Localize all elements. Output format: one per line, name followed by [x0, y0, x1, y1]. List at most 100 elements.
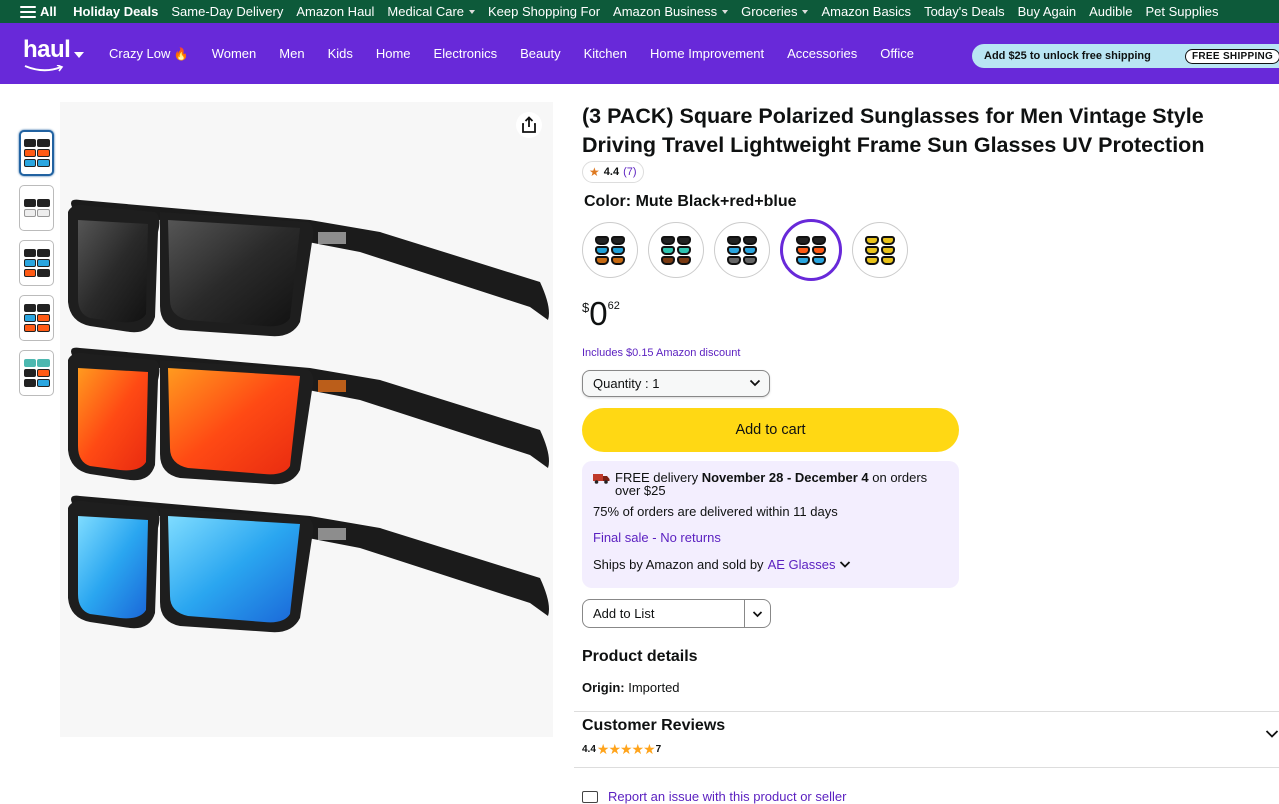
delivery-percentage: 75% of orders are delivered within 11 da…: [593, 504, 838, 519]
chevron-down-icon[interactable]: [1265, 729, 1279, 739]
origin-label: Origin:: [582, 680, 625, 695]
haul-category-label: Men: [279, 46, 305, 61]
share-icon[interactable]: [516, 112, 542, 138]
star-icon: ★: [589, 165, 600, 179]
thumbnail-1[interactable]: [19, 130, 54, 176]
caret-down-icon: [722, 9, 729, 14]
reviews-rating-value: 4.4: [582, 744, 596, 755]
report-icon: [582, 790, 598, 803]
fire-icon: 🔥: [170, 47, 189, 61]
sunglasses-swatch-icon: [661, 245, 691, 255]
add-to-list-dropdown[interactable]: [744, 600, 770, 627]
topnav-item-holiday-deals[interactable]: Holiday Deals: [67, 4, 165, 19]
haul-category-label: Kids: [327, 46, 353, 61]
topnav-item-groceries[interactable]: Groceries: [735, 4, 815, 19]
thumbnail-2[interactable]: [19, 185, 54, 231]
all-menu-button[interactable]: All: [0, 4, 67, 19]
haul-category-women[interactable]: Women: [200, 46, 268, 61]
haul-category-label: Accessories: [787, 46, 858, 61]
haul-category-accessories[interactable]: Accessories: [776, 46, 869, 61]
smile-arrow-icon: [24, 65, 64, 72]
topnav-item-label: Pet Supplies: [1145, 4, 1219, 19]
seller-link[interactable]: AE Glasses: [768, 557, 836, 572]
color-swatch-3[interactable]: [714, 222, 770, 278]
section-divider: [574, 711, 1279, 712]
haul-category-kids[interactable]: Kids: [316, 46, 364, 61]
quantity-label: Quantity :: [593, 376, 649, 391]
topnav-item-keep-shopping-for[interactable]: Keep Shopping For: [482, 4, 607, 19]
topnav-item-label: Amazon Basics: [821, 4, 912, 19]
color-swatch-5[interactable]: [852, 222, 908, 278]
chevron-down-icon: [749, 379, 761, 387]
product-title: (3 PACK) Square Polarized Sunglasses for…: [582, 104, 1205, 157]
topnav-item-pet-supplies[interactable]: Pet Supplies: [1139, 4, 1225, 19]
section-divider: [574, 767, 1279, 768]
hamburger-icon: [20, 5, 36, 18]
main-product-image[interactable]: [60, 102, 553, 737]
add-to-list-button[interactable]: Add to List: [583, 606, 744, 621]
shipping-banner-text: Add $25 to unlock free shipping: [984, 50, 1151, 62]
haul-logo[interactable]: haul: [0, 23, 90, 84]
topnav-item-audible[interactable]: Audible: [1083, 4, 1139, 19]
topnav-item-label: Keep Shopping For: [488, 4, 601, 19]
haul-category-home[interactable]: Home: [364, 46, 422, 61]
sunglasses-illustration: [68, 199, 549, 633]
haul-category-bar: haul Crazy Low 🔥 Women Men Kids Home Electron…: [0, 23, 1279, 84]
haul-category-men[interactable]: Men: [268, 46, 316, 61]
haul-category-label: Kitchen: [583, 46, 627, 61]
free-shipping-banner[interactable]: Add $25 to unlock free shipping FREE SHI…: [972, 44, 1279, 68]
rating-count-link[interactable]: (7): [623, 166, 636, 178]
sunglasses-swatch-icon: [661, 255, 691, 265]
quantity-dropdown[interactable]: Quantity : 1: [582, 370, 770, 397]
topnav-item-amazon-basics[interactable]: Amazon Basics: [815, 4, 918, 19]
haul-category-crazy-low[interactable]: Crazy Low 🔥: [90, 46, 200, 61]
topnav-item-label: Today's Deals: [924, 4, 1005, 19]
price-symbol: $: [582, 300, 590, 315]
discount-note: Includes $0.15 Amazon discount: [582, 347, 741, 359]
delivery-dates: November 28 - December 4: [701, 470, 869, 485]
final-sale-link[interactable]: Final sale - No returns: [593, 530, 948, 545]
top-navigation-bar: All Holiday Deals Same-Day Delivery Amazon…: [0, 0, 1279, 23]
chevron-down-icon[interactable]: [839, 560, 851, 569]
rating-value: 4.4: [603, 166, 620, 178]
topnav-item-amazon-business[interactable]: Amazon Business: [607, 4, 735, 19]
haul-category-label: Women: [211, 46, 257, 61]
haul-category-label: Electronics: [433, 46, 498, 61]
free-shipping-pill: FREE SHIPPING: [1185, 49, 1279, 64]
logo-dropdown-icon[interactable]: [74, 52, 84, 58]
sunglasses-swatch-icon: [727, 245, 757, 255]
sunglasses-swatch-icon: [865, 255, 895, 265]
topnav-item-amazon-haul[interactable]: Amazon Haul: [290, 4, 381, 19]
rating-pill[interactable]: ★ 4.4 (7): [582, 161, 644, 183]
sunglasses-swatch-icon: [727, 235, 757, 245]
customer-reviews-rating: 4.4 ★★★★★ 7: [582, 741, 661, 758]
topnav-item-buy-again[interactable]: Buy Again: [1011, 4, 1083, 19]
color-swatch-4[interactable]: [780, 219, 842, 281]
haul-category-office[interactable]: Office: [869, 46, 926, 61]
haul-category-label: Crazy Low: [109, 46, 171, 61]
origin-row: Origin: Imported: [582, 680, 680, 695]
topnav-item-medical-care[interactable]: Medical Care: [381, 4, 482, 19]
star-rating-icon: ★★★★★: [596, 741, 656, 757]
haul-category-home-improvement[interactable]: Home Improvement: [638, 46, 775, 61]
color-swatch-2[interactable]: [648, 222, 704, 278]
sunglasses-blue: [68, 495, 549, 633]
price-fraction: 62: [607, 300, 620, 312]
thumbnail-5[interactable]: [19, 350, 54, 396]
haul-category-label: Office: [880, 46, 914, 61]
haul-logo-text: haul: [23, 36, 71, 63]
haul-category-beauty[interactable]: Beauty: [509, 46, 572, 61]
all-menu-label: All: [40, 4, 57, 19]
color-swatch-1[interactable]: [582, 222, 638, 278]
topnav-item-label: Same-Day Delivery: [171, 4, 284, 19]
thumbnail-3[interactable]: [19, 240, 54, 286]
topnav-item-today-s-deals[interactable]: Today's Deals: [918, 4, 1012, 19]
topnav-item-same-day-delivery[interactable]: Same-Day Delivery: [165, 4, 290, 19]
thumbnail-4[interactable]: [19, 295, 54, 341]
haul-category-electronics[interactable]: Electronics: [422, 46, 509, 61]
customer-reviews-heading[interactable]: Customer Reviews: [582, 717, 725, 735]
haul-category-kitchen[interactable]: Kitchen: [572, 46, 638, 61]
ships-by-text: Ships by Amazon and sold by: [593, 557, 764, 572]
image-thumbnails: [19, 130, 55, 405]
add-to-cart-button[interactable]: Add to cart: [582, 408, 959, 452]
